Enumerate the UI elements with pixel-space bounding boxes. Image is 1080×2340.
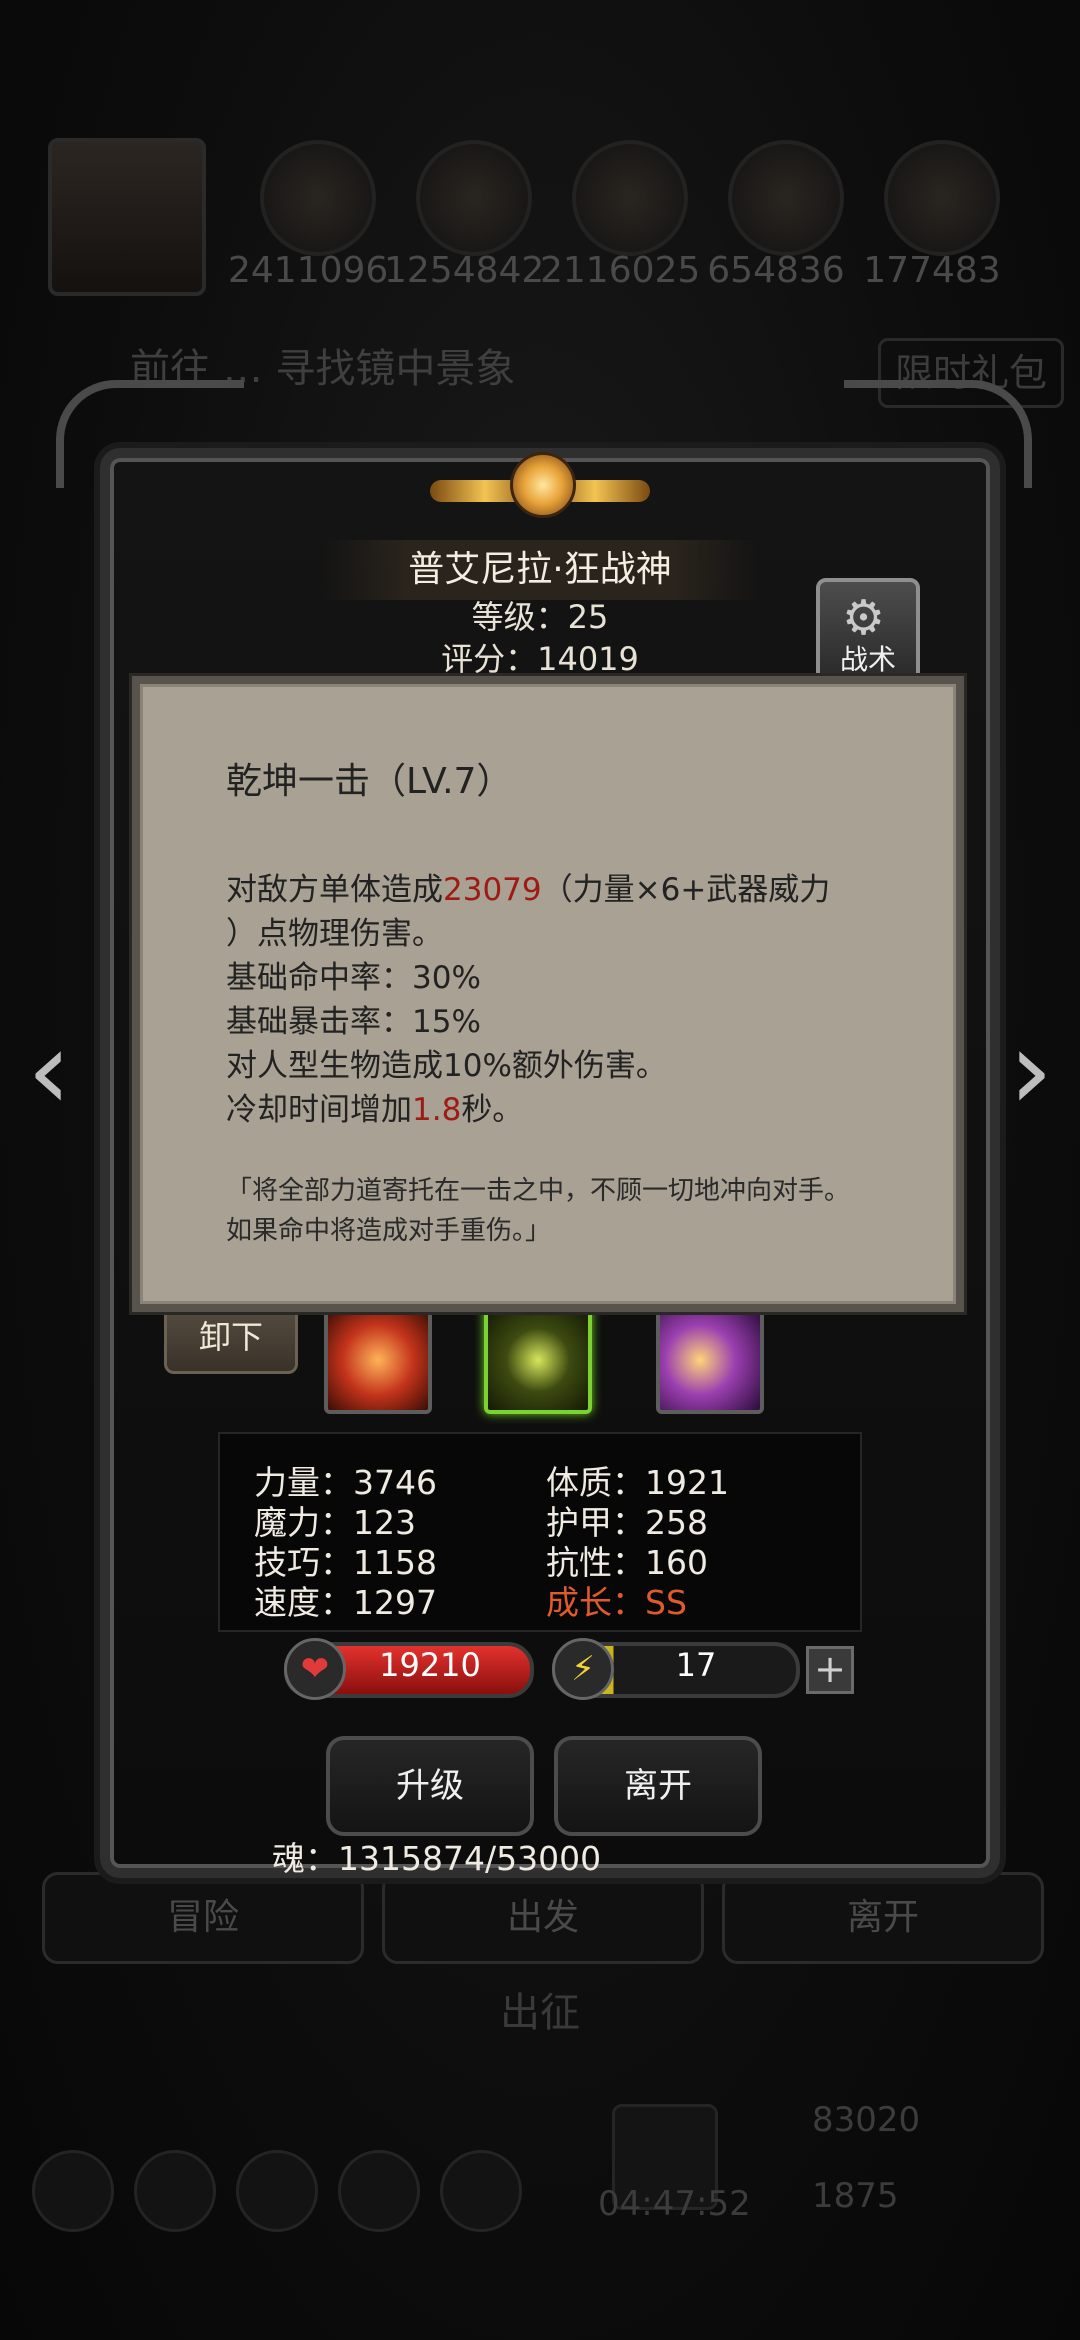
menu-icon-2 xyxy=(134,2150,216,2232)
resource-value-4: 654836 xyxy=(707,250,845,291)
skill-desc-line-1: 对敌方单体造成23079（力量×6+武器威力 xyxy=(226,872,831,908)
depart-title: 出征 xyxy=(500,1990,580,2036)
resource-icon-3 xyxy=(572,140,688,256)
add-energy-button[interactable]: + xyxy=(806,1646,854,1694)
heart-icon: ❤ xyxy=(284,1638,346,1700)
skill-qiankun-icon[interactable] xyxy=(484,1306,592,1414)
stat-speed: 速度：1297 xyxy=(254,1583,437,1622)
skill-flavor-line-2: 如果命中将造成对手重伤。」 xyxy=(226,1216,552,1246)
resource-icon-2 xyxy=(416,140,532,256)
resource-value-3: 2116025 xyxy=(540,250,701,291)
hero-level: 等级：25 xyxy=(471,598,609,636)
next-hero-arrow-icon[interactable]: › xyxy=(996,1015,1066,1125)
damage-value: 23079 xyxy=(443,872,542,908)
resource-value-2: 1254842 xyxy=(384,250,545,291)
skill-hit-rate: 基础命中率：30% xyxy=(226,960,481,996)
resource-value-1: 2411096 xyxy=(228,250,389,291)
resource-value-5: 177483 xyxy=(863,250,1001,291)
soul-counter: 魂：1315874/53000 xyxy=(272,1839,602,1878)
skill-flavor-line-1: 「将全部力道寄托在一击之中，不顾一切地冲向对手。 xyxy=(226,1176,851,1206)
skill-claw-icon[interactable] xyxy=(656,1306,764,1414)
lightning-icon: ⚡ xyxy=(552,1638,614,1700)
exit-button: 离开 xyxy=(722,1872,1044,1964)
chest-timer: 04:47:52 xyxy=(598,2184,751,2224)
currency-value-2: 1875 xyxy=(812,2176,899,2216)
depart-button: 出发 xyxy=(382,1872,704,1964)
skill-bonus-damage: 对人型生物造成10%额外伤害。 xyxy=(226,1048,667,1084)
menu-icon-4 xyxy=(338,2150,420,2232)
cooldown-value: 1.8 xyxy=(412,1092,462,1128)
skill-crit-rate: 基础暴击率：15% xyxy=(226,1004,481,1040)
stats-panel: 力量：3746 体质：1921 魔力：123 护甲：258 技巧：1158 抗性… xyxy=(218,1432,862,1632)
skill-desc-line-2: ）点物理伤害。 xyxy=(226,916,443,952)
menu-icon-1 xyxy=(32,2150,114,2232)
player-avatar xyxy=(48,138,206,296)
skill-title: 乾坤一击（LV.7） xyxy=(226,761,513,802)
adventure-button: 冒险 xyxy=(42,1872,364,1964)
currency-value-1: 83020 xyxy=(812,2100,921,2140)
hp-value: 19210 xyxy=(379,1646,481,1684)
tactics-label: 战术 xyxy=(839,643,896,676)
menu-icon-5 xyxy=(440,2150,522,2232)
skill-tooltip: 乾坤一击（LV.7） 对敌方单体造成23079（力量×6+武器威力 ）点物理伤害… xyxy=(129,673,967,1315)
prev-hero-arrow-icon[interactable]: ‹ xyxy=(14,1015,84,1125)
leave-button[interactable]: 离开 xyxy=(554,1736,762,1836)
tactics-button[interactable]: ⚙ 战术 xyxy=(816,578,920,682)
menu-icon-3 xyxy=(236,2150,318,2232)
stat-growth: 成长：SS xyxy=(546,1583,687,1622)
resource-icon-4 xyxy=(728,140,844,256)
resource-icon-5 xyxy=(884,140,1000,256)
resource-icon-1 xyxy=(260,140,376,256)
energy-value: 17 xyxy=(675,1646,717,1684)
upgrade-button[interactable]: 升级 xyxy=(326,1736,534,1836)
skill-cooldown: 冷却时间增加1.8秒。 xyxy=(226,1092,524,1128)
skill-slash-icon[interactable] xyxy=(324,1306,432,1414)
hero-name: 普艾尼拉·狂战神 xyxy=(320,540,760,600)
hero-score: 评分：14019 xyxy=(441,640,639,678)
emblem-icon xyxy=(430,440,650,540)
